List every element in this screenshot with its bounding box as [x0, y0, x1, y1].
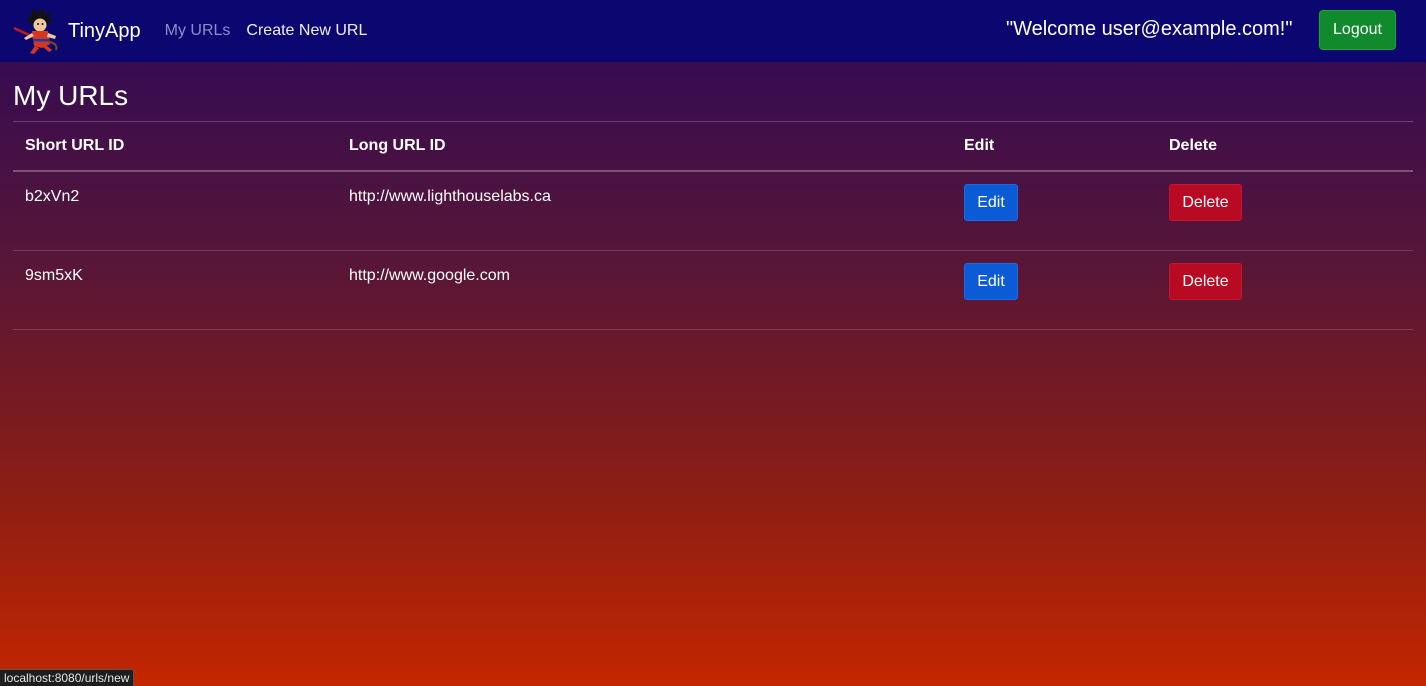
- nav-link-create-new-url[interactable]: Create New URL: [246, 22, 367, 40]
- brand-name: TinyApp: [68, 19, 141, 42]
- short-url-cell: b2xVn2: [13, 171, 337, 251]
- table-header-row: Short URL ID Long URL ID Edit Delete: [13, 121, 1413, 172]
- table-row: b2xVn2 http://www.lighthouselabs.ca Edit…: [13, 171, 1413, 251]
- header-short-url-id: Short URL ID: [13, 121, 337, 172]
- short-url-cell: 9sm5xK: [13, 250, 337, 330]
- long-url-cell: http://www.google.com: [337, 250, 952, 330]
- nav-link-my-urls[interactable]: My URLs: [165, 22, 231, 40]
- browser-status-bar: localhost:8080/urls/new: [0, 669, 135, 686]
- header-long-url-id: Long URL ID: [337, 121, 952, 172]
- top-navbar: TinyApp My URLs Create New URL "Welcome …: [0, 0, 1426, 62]
- cartoon-character-logo-icon: [12, 6, 66, 56]
- table-row: 9sm5xK http://www.google.com Edit Delete: [13, 250, 1413, 330]
- edit-button[interactable]: Edit: [964, 184, 1018, 221]
- urls-table-container: Short URL ID Long URL ID Edit Delete b2x…: [13, 121, 1413, 330]
- welcome-message: "Welcome user@example.com!": [1006, 18, 1293, 40]
- long-url-cell: http://www.lighthouselabs.ca: [337, 171, 952, 251]
- header-edit: Edit: [952, 121, 1157, 172]
- urls-table: Short URL ID Long URL ID Edit Delete b2x…: [13, 121, 1413, 330]
- header-delete: Delete: [1157, 121, 1413, 172]
- delete-cell: Delete: [1157, 250, 1413, 330]
- edit-cell: Edit: [952, 250, 1157, 330]
- brand-link[interactable]: TinyApp: [12, 6, 141, 56]
- edit-cell: Edit: [952, 171, 1157, 251]
- edit-button[interactable]: Edit: [964, 263, 1018, 300]
- logout-button[interactable]: Logout: [1319, 10, 1396, 50]
- delete-cell: Delete: [1157, 171, 1413, 251]
- delete-button[interactable]: Delete: [1169, 184, 1242, 221]
- page-title: My URLs: [13, 80, 129, 111]
- delete-button[interactable]: Delete: [1169, 263, 1242, 300]
